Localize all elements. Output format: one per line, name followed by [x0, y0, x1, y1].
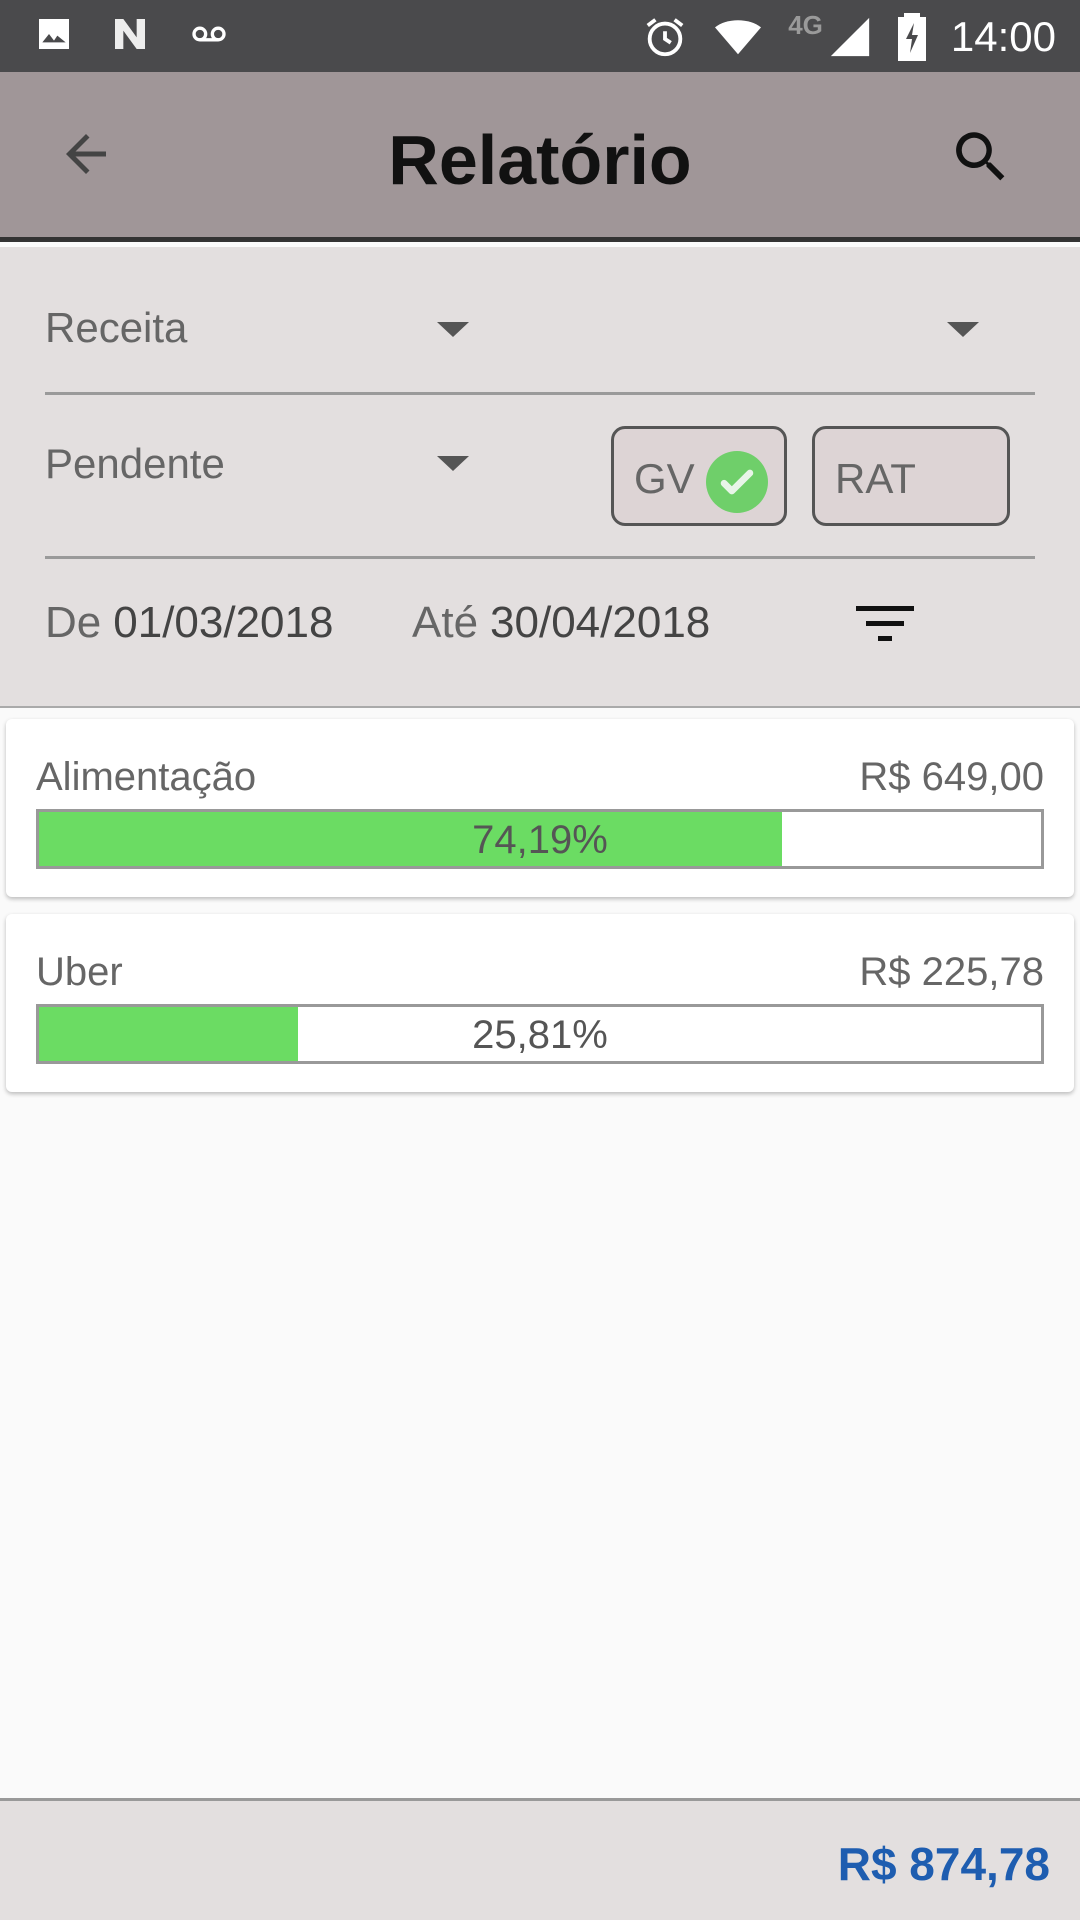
total-amount: R$ 874,78	[837, 1838, 1050, 1890]
voicemail-icon	[192, 26, 226, 42]
status-time: 14:00	[950, 13, 1056, 60]
chip-rat[interactable]: RAT	[812, 426, 1010, 526]
category-card[interactable]: Alimentação R$ 649,00 74,19%	[6, 719, 1074, 897]
category-card[interactable]: Uber R$ 225,78 25,81%	[6, 914, 1074, 1092]
date-from[interactable]: De 01/03/2018	[45, 598, 333, 648]
image-icon	[39, 19, 69, 49]
select-underline	[45, 556, 1035, 559]
chip-gv[interactable]: GV	[611, 426, 787, 526]
n-notification-icon	[115, 19, 145, 49]
alarm-icon	[646, 18, 684, 57]
category-amount: R$ 649,00	[859, 755, 1044, 799]
page-title: Relatório	[388, 121, 692, 199]
network-type-label: 4G	[788, 9, 823, 40]
progress-bar: 74,19%	[36, 809, 1044, 869]
wifi-icon	[715, 20, 762, 55]
chevron-down-icon[interactable]	[437, 322, 469, 337]
date-from-value: 01/03/2018	[113, 598, 334, 647]
check-circle-icon	[706, 451, 768, 513]
status-bar: 4G 14:00	[0, 0, 1080, 72]
select-underline	[45, 392, 1035, 395]
date-to[interactable]: Até 30/04/2018	[412, 598, 710, 648]
cell-signal-icon	[830, 17, 870, 57]
date-to-label: Até	[412, 598, 479, 647]
date-from-label: De	[45, 598, 102, 647]
chevron-down-icon[interactable]	[947, 322, 979, 337]
type-select[interactable]: Receita	[45, 304, 187, 352]
chip-label: GV	[634, 455, 695, 502]
app-bar: Relatório	[0, 72, 1080, 242]
battery-charging-icon	[897, 13, 926, 61]
progress-percent: 25,81%	[472, 1013, 608, 1057]
category-name: Alimentação	[36, 755, 257, 799]
search-icon[interactable]	[948, 124, 1014, 190]
filter-list-icon[interactable]	[856, 604, 914, 644]
footer-total-bar: R$ 874,78	[0, 1798, 1080, 1920]
chip-label: RAT	[835, 455, 916, 502]
progress-bar: 25,81%	[36, 1004, 1044, 1064]
chevron-down-icon[interactable]	[437, 456, 469, 471]
category-amount: R$ 225,78	[859, 950, 1044, 994]
date-to-value: 30/04/2018	[490, 598, 711, 647]
progress-percent: 74,19%	[472, 818, 608, 862]
status-select[interactable]: Pendente	[45, 440, 225, 488]
category-name: Uber	[36, 950, 123, 994]
